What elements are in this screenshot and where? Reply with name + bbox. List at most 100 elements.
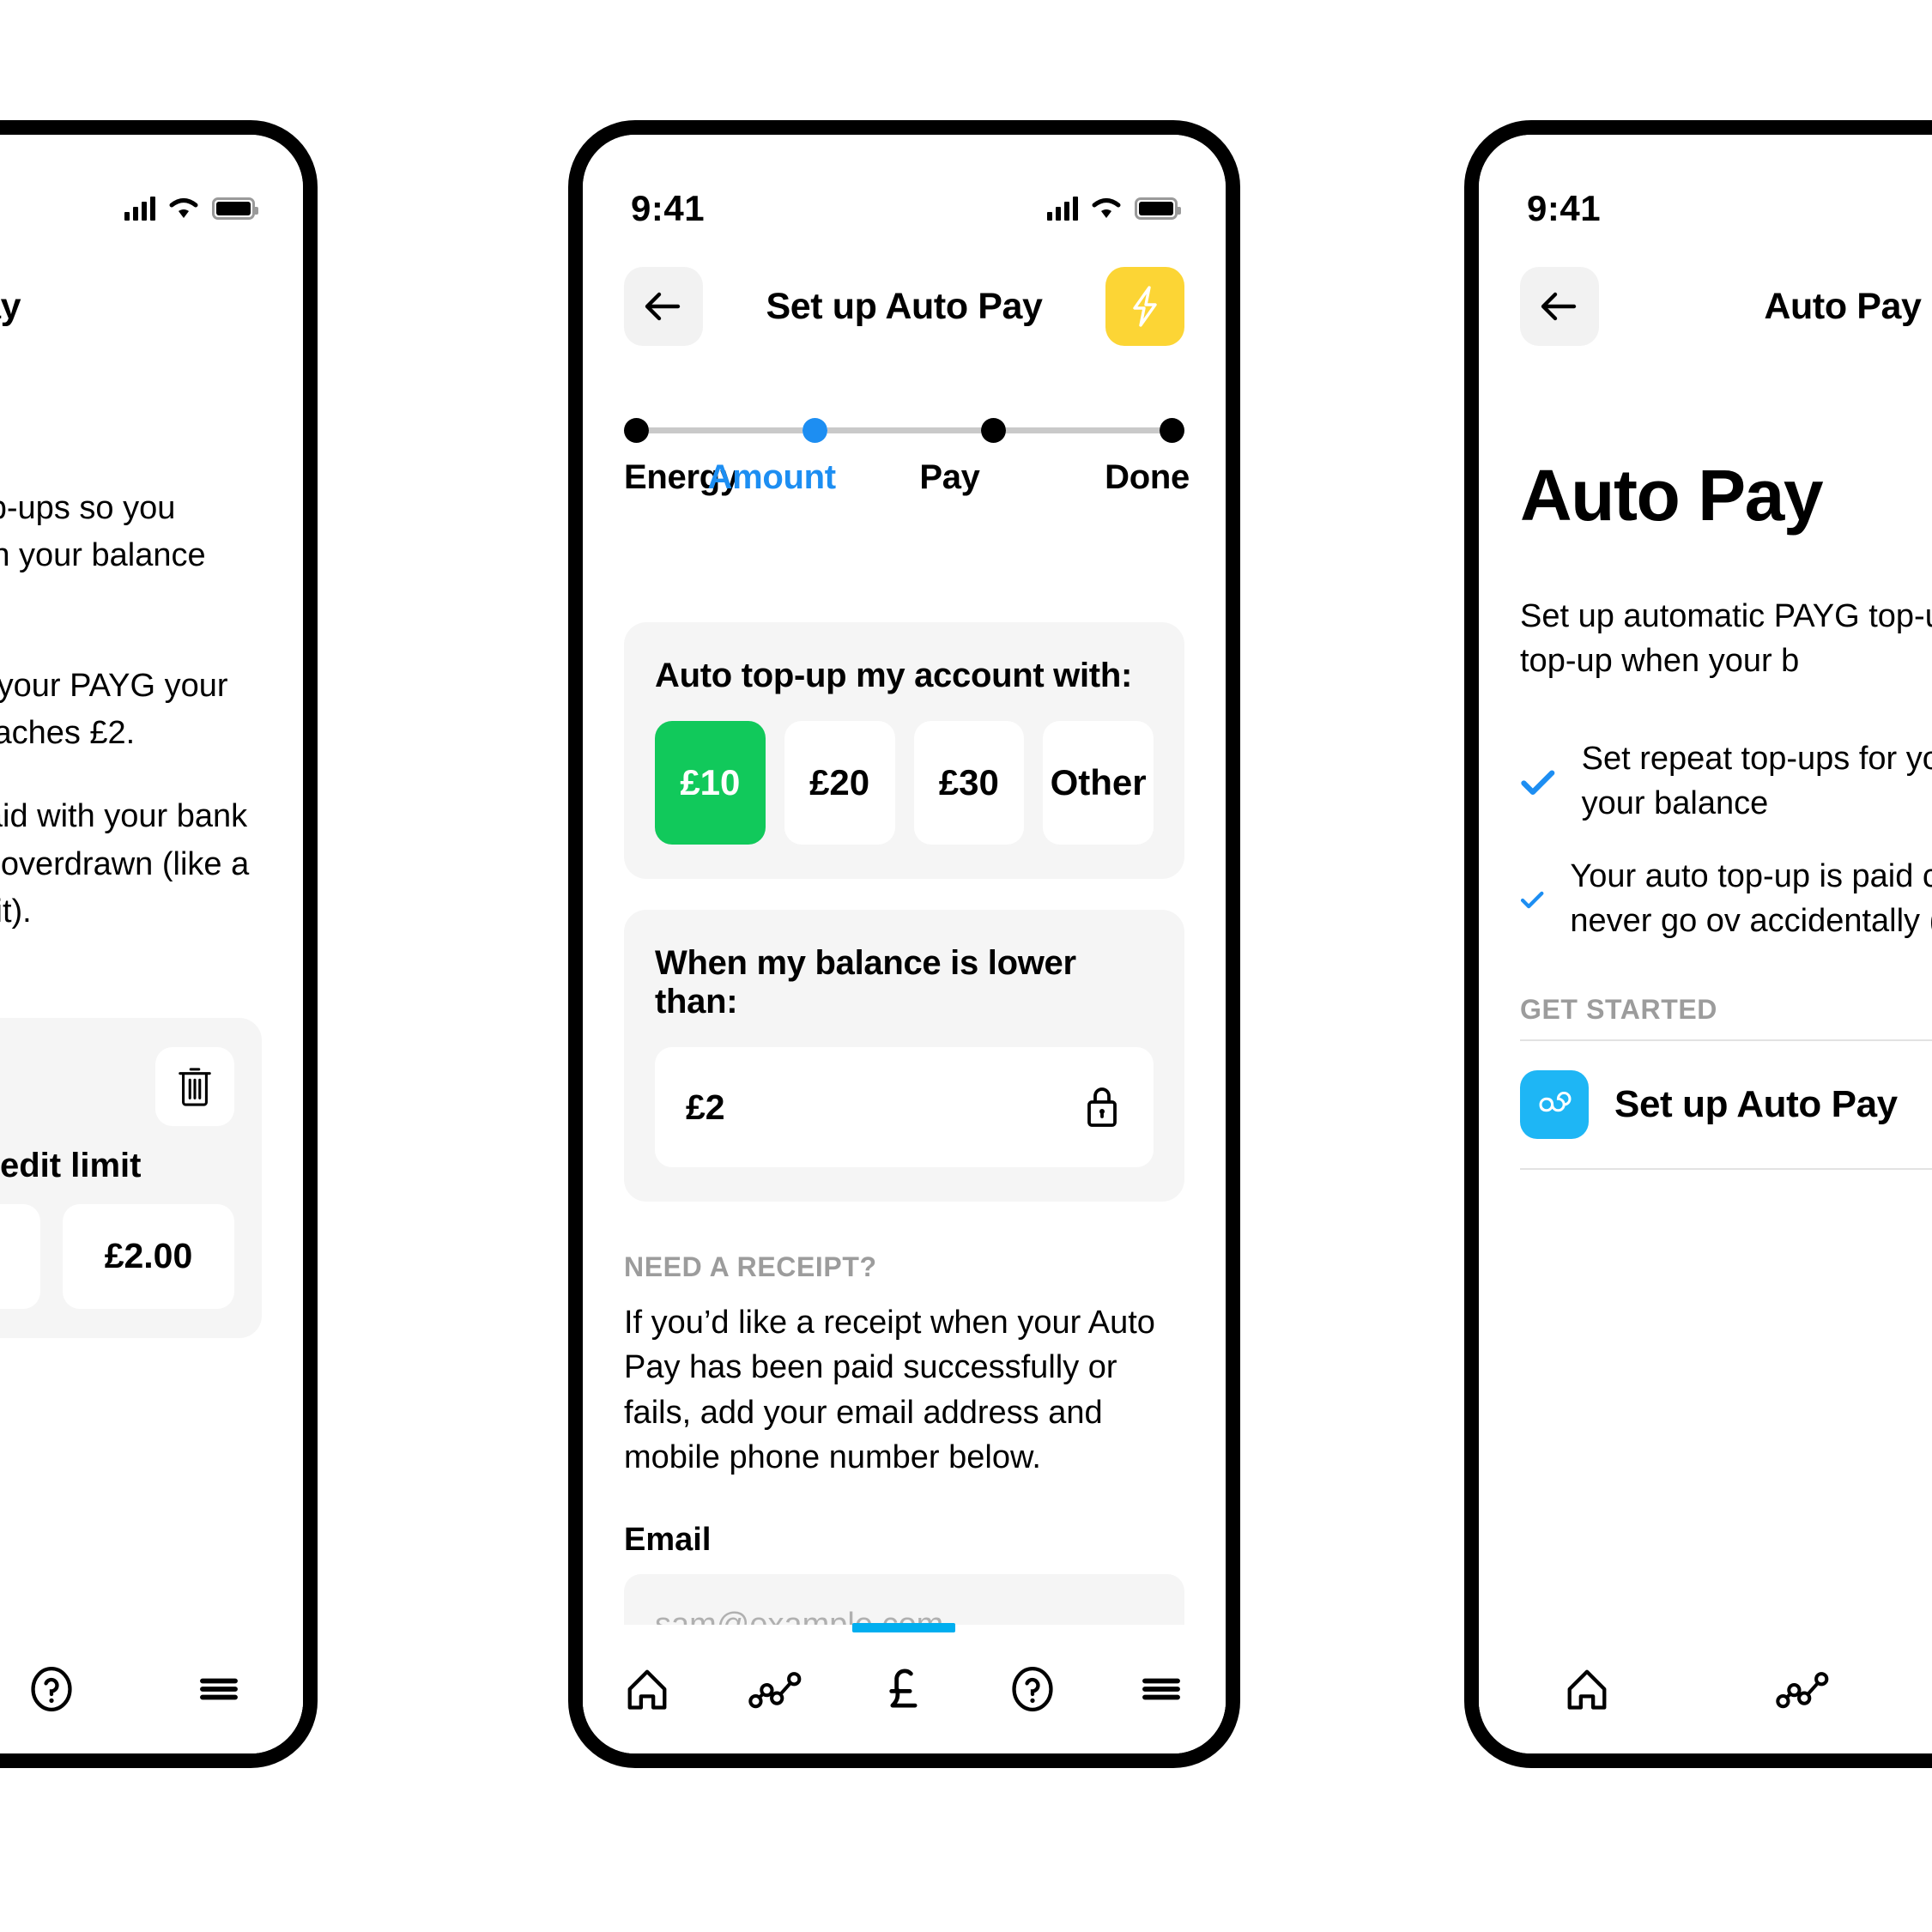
amount-options: £10 £20 £30 Other xyxy=(655,721,1154,845)
tab-pound[interactable] xyxy=(840,1623,969,1753)
email-label: Email xyxy=(624,1521,712,1558)
wifi-icon xyxy=(169,198,198,218)
tab-menu[interactable] xyxy=(1097,1625,1226,1753)
right-page-title: Auto Pay xyxy=(1764,285,1922,327)
battery-icon xyxy=(1135,197,1181,220)
step-line-3 xyxy=(1006,427,1160,433)
back-button[interactable] xyxy=(624,267,703,346)
left-navbar: Auto Pay xyxy=(0,246,303,366)
lock-icon xyxy=(1087,1087,1117,1127)
credit-limit-label: Credit limit xyxy=(0,1146,142,1184)
tab-usage[interactable] xyxy=(712,1625,840,1753)
left-body: c PAYG top-ups so you never when your ba… xyxy=(0,418,262,1338)
setup-stepper: Energy Amount Pay Done xyxy=(583,418,1226,497)
step-label-amount: Amount xyxy=(707,458,837,496)
help-icon xyxy=(1012,1667,1053,1711)
amount-option-30[interactable]: £30 xyxy=(913,721,1025,845)
left-paragraph-2: op-ups for your PAYG your balance reache… xyxy=(0,668,228,752)
center-status-icons xyxy=(1047,197,1181,221)
trash-icon xyxy=(179,1068,211,1106)
get-started-item[interactable]: Set up Auto Pay xyxy=(1520,1041,1932,1168)
left-page-title: Auto Pay xyxy=(0,285,21,327)
back-button[interactable] xyxy=(1520,267,1599,346)
tab-help[interactable] xyxy=(0,1625,136,1753)
step-line-1 xyxy=(649,427,802,433)
back-arrow-icon xyxy=(1541,292,1577,321)
left-paragraph-3: op-up is paid with your bank ll never go… xyxy=(0,798,250,930)
step-dot-amount[interactable] xyxy=(802,418,827,443)
benefit-item-2: Your auto top-up is paid card, so you’ll… xyxy=(1520,855,1932,943)
tab-usage[interactable] xyxy=(1695,1625,1911,1753)
center-navbar: Set up Auto Pay xyxy=(583,246,1226,366)
menu-icon xyxy=(200,1678,239,1700)
credit-limit-field-hidden[interactable] xyxy=(0,1203,40,1309)
right-body: Auto Pay Set up automatic PAYG top-u for… xyxy=(1520,418,1932,1170)
divider-bottom xyxy=(1520,1167,1932,1170)
credit-limit-value[interactable]: £2.00 xyxy=(63,1203,234,1309)
center-status-bar: 9:41 xyxy=(583,135,1226,246)
right-navbar: Auto Pay xyxy=(1479,246,1932,366)
tab-home[interactable] xyxy=(1479,1625,1695,1753)
stepper-track xyxy=(624,418,1184,443)
pound-icon xyxy=(889,1669,918,1708)
phone-right: 9:41 Auto Pay Auto Pay Set up automatic … xyxy=(1464,120,1932,1768)
wifi-icon xyxy=(1092,198,1121,218)
stepper-dots xyxy=(624,418,1184,443)
center-screen: 9:41 Set up Auto Pay Energy Amount Pay D… xyxy=(583,135,1226,1753)
help-icon xyxy=(31,1667,72,1711)
usage-chart-icon xyxy=(1776,1672,1829,1709)
tab-home[interactable] xyxy=(583,1625,712,1753)
left-status-icons xyxy=(124,197,258,221)
amount-option-10[interactable]: £10 xyxy=(655,721,766,845)
phone-center: 9:41 Set up Auto Pay Energy Amount Pay D… xyxy=(568,120,1240,1768)
tab-pound[interactable] xyxy=(1911,1625,1932,1753)
step-dot-done[interactable] xyxy=(1160,418,1184,443)
screenshot-stage: Auto Pay c PAYG top-ups so you never whe… xyxy=(0,0,1932,1932)
center-tab-bar xyxy=(583,1623,1226,1753)
left-tab-bar xyxy=(0,1625,303,1753)
infinity-icon xyxy=(1520,1069,1589,1139)
home-icon xyxy=(1567,1669,1607,1710)
amount-option-other[interactable]: Other xyxy=(1043,721,1154,845)
battery-icon xyxy=(212,197,258,220)
threshold-value-field[interactable]: £2 xyxy=(655,1047,1154,1167)
right-heading: Auto Pay xyxy=(1520,455,1824,536)
right-screen: 9:41 Auto Pay Auto Pay Set up automatic … xyxy=(1479,135,1932,1753)
topup-amount-card: Auto top-up my account with: £10 £20 £30… xyxy=(624,622,1184,879)
credit-limit-fields: £2.00 xyxy=(0,1203,234,1309)
tab-menu[interactable] xyxy=(136,1625,303,1753)
signal-icon xyxy=(1047,197,1078,221)
center-body: Auto top-up my account with: £10 £20 £30… xyxy=(624,622,1184,1768)
lightning-bolt-icon xyxy=(1133,286,1157,327)
home-icon xyxy=(627,1669,667,1710)
tab-help[interactable] xyxy=(968,1625,1097,1753)
check-icon xyxy=(1521,770,1555,795)
benefit-text-1: Set repeat top-ups for yo meter when you… xyxy=(1581,740,1932,821)
topup-card-title: Auto top-up my account with: xyxy=(655,657,1132,694)
usage-chart-icon xyxy=(748,1672,802,1709)
back-arrow-icon xyxy=(645,292,681,321)
step-dot-energy[interactable] xyxy=(624,418,649,443)
amount-option-20[interactable]: £20 xyxy=(784,721,895,845)
active-tab-indicator xyxy=(852,1623,956,1632)
get-started-item-label: Set up Auto Pay xyxy=(1614,1082,1898,1125)
phone-input[interactable] xyxy=(624,1767,1184,1768)
step-label-pay: Pay xyxy=(919,458,980,496)
right-tab-bar xyxy=(1479,1625,1932,1753)
right-status-bar: 9:41 xyxy=(1479,135,1932,246)
threshold-card-title: When my balance is lower than: xyxy=(655,944,1076,1021)
center-page-title: Set up Auto Pay xyxy=(766,285,1043,327)
get-started-section: GET STARTED Set up Auto Pay xyxy=(1520,994,1932,1170)
phone-left: Auto Pay c PAYG top-ups so you never whe… xyxy=(0,120,318,1768)
step-label-done: Done xyxy=(1105,458,1190,496)
delete-button[interactable] xyxy=(155,1046,234,1126)
step-dot-pay[interactable] xyxy=(981,418,1006,443)
left-screen: Auto Pay c PAYG top-ups so you never whe… xyxy=(0,135,303,1753)
receipt-description: If you’d like a receipt when your Auto P… xyxy=(624,1305,1155,1476)
center-status-time: 9:41 xyxy=(631,188,706,228)
receipt-section-label: NEED A RECEIPT? xyxy=(624,1251,877,1282)
lightning-action-button[interactable] xyxy=(1105,267,1184,346)
get-started-label: GET STARTED xyxy=(1520,993,1718,1025)
right-intro: Set up automatic PAYG top-u forget to to… xyxy=(1520,598,1932,680)
left-paragraph-1: c PAYG top-ups so you never when your ba… xyxy=(0,490,206,574)
